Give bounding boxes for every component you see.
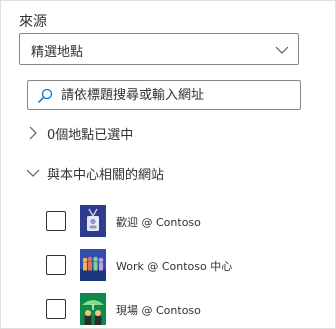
search-input[interactable] [61,85,291,105]
chevron-down-icon [275,46,289,54]
source-label: 來源 [19,14,47,30]
site-checkbox[interactable] [46,255,66,275]
team-icon [80,249,106,281]
site-name: Work @ Contoso 中心 [116,260,233,273]
selected-locations-label: 0個地點已選中 [47,128,134,143]
chevron-down-icon [26,169,40,177]
site-row-work[interactable]: Work @ Contoso 中心 [46,249,316,283]
site-row-field[interactable]: 現場 @ Contoso [46,293,316,327]
site-name: 歡迎 @ Contoso [116,216,201,229]
site-row-welcome[interactable]: 歡迎 @ Contoso [46,205,316,239]
badge-icon [80,205,106,237]
site-name: 現場 @ Contoso [116,304,201,317]
source-dropdown[interactable]: 精選地點 [19,33,299,65]
field-workers-icon [80,293,106,325]
site-checkbox[interactable] [46,299,66,319]
chevron-right-icon [29,126,37,140]
related-sites-label: 與本中心相關的網站 [47,168,165,183]
site-checkbox[interactable] [46,211,66,231]
source-dropdown-value: 精選地點 [31,45,84,60]
search-icon [37,88,53,104]
search-box[interactable] [27,80,301,110]
